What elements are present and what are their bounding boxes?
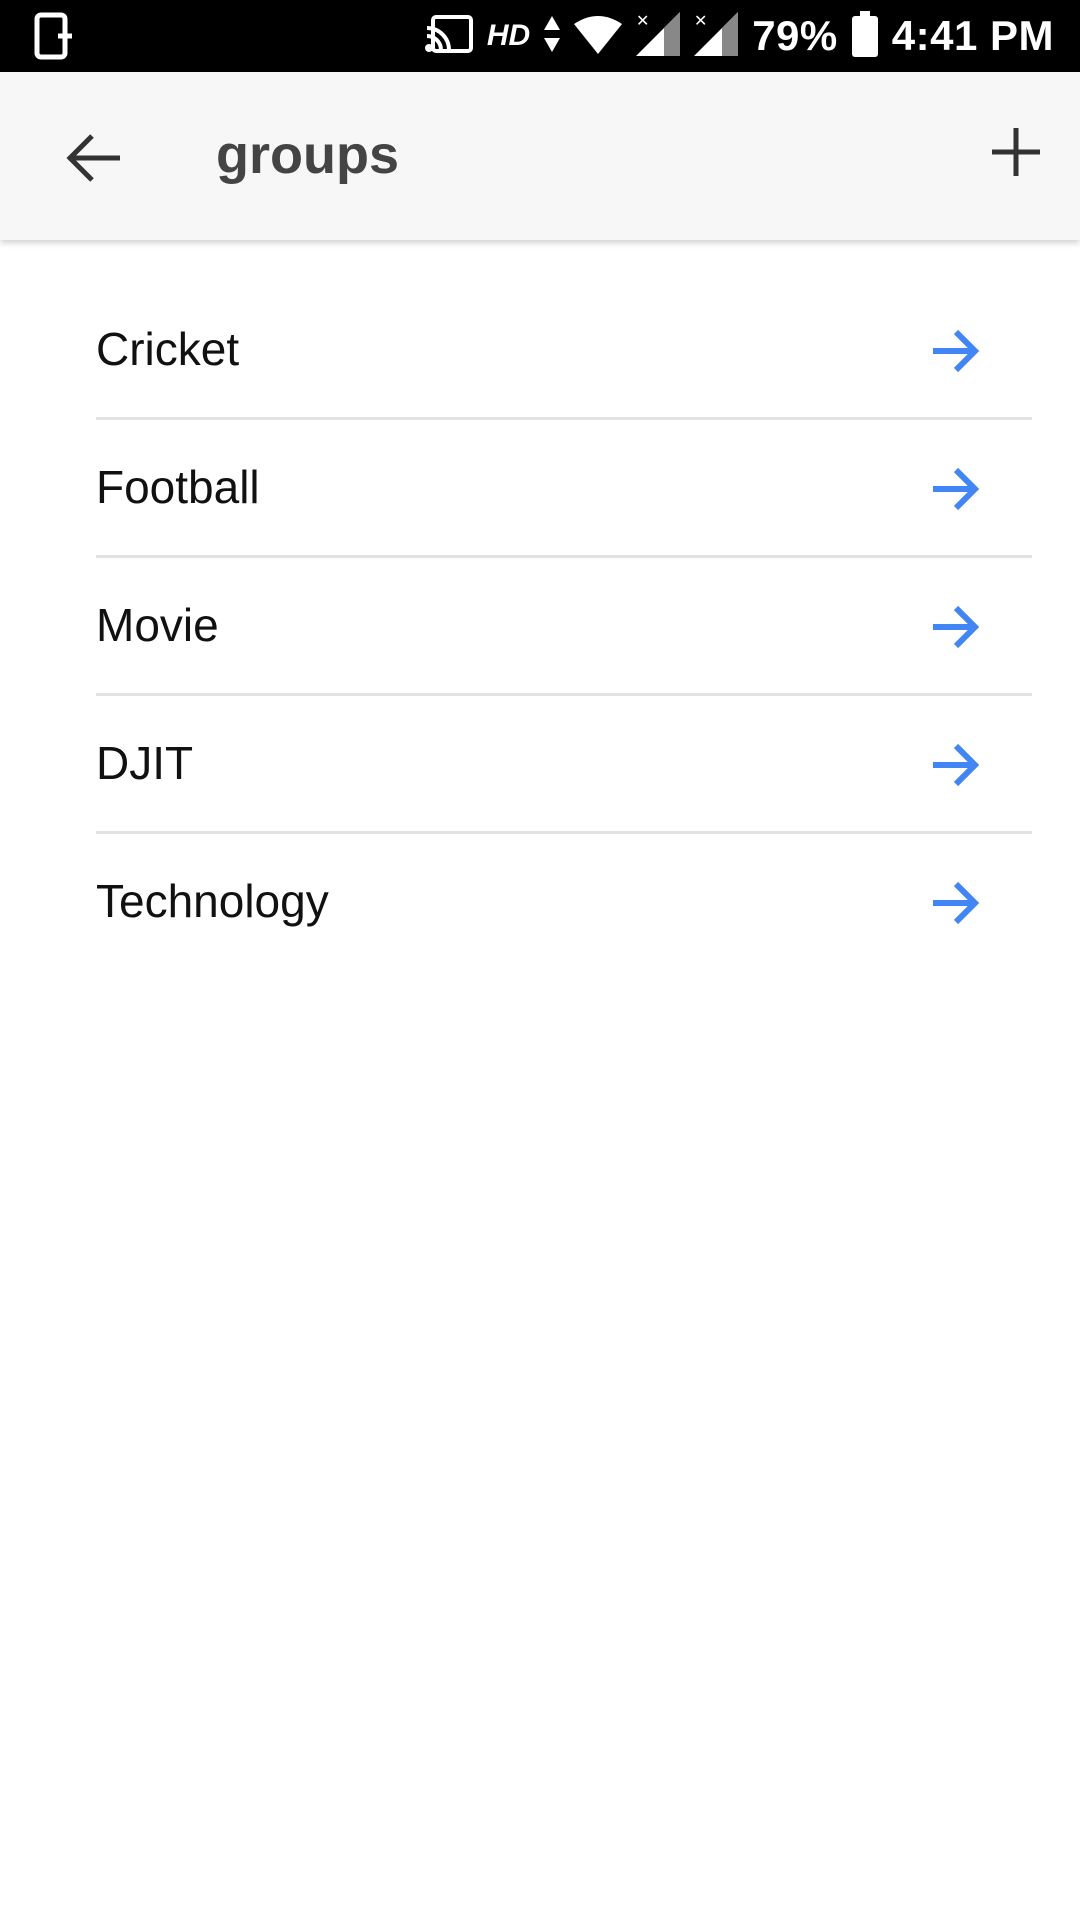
arrow-right-icon[interactable] [930, 466, 980, 512]
group-label: Football [96, 461, 260, 513]
group-list: Cricket Football Movie DJIT Technology [96, 282, 1032, 972]
screen-rotation-icon [34, 12, 74, 65]
hd-voice-label: HD [486, 19, 531, 52]
back-button[interactable] [62, 126, 126, 190]
arrow-right-icon[interactable] [930, 742, 980, 788]
status-bar: HD ✕ ✕ 79% 4:41 PM [0, 0, 1080, 72]
group-label: DJIT [96, 737, 194, 789]
group-label: Cricket [96, 323, 240, 375]
arrow-right-icon[interactable] [930, 328, 980, 374]
data-transfer-icon [544, 15, 561, 57]
add-group-button[interactable] [984, 120, 1048, 184]
signal-icon: ✕ [636, 11, 681, 61]
group-item-cricket[interactable]: Cricket [96, 282, 1032, 420]
group-item-movie[interactable]: Movie [96, 558, 1032, 696]
clock: 4:41 PM [891, 12, 1054, 59]
page-title: groups [216, 125, 399, 185]
signal-icon: ✕ [694, 11, 739, 61]
svg-text:✕: ✕ [636, 13, 649, 30]
group-item-technology[interactable]: Technology [96, 834, 1032, 972]
svg-text:✕: ✕ [694, 13, 707, 30]
battery-percentage: 79% [752, 12, 838, 59]
arrow-right-icon[interactable] [930, 604, 980, 650]
arrow-right-icon[interactable] [930, 880, 980, 926]
group-item-football[interactable]: Football [96, 420, 1032, 558]
plus-icon [984, 128, 1048, 188]
group-label: Movie [96, 599, 219, 651]
arrow-left-icon [62, 134, 126, 194]
battery-icon [851, 10, 878, 62]
group-item-djit[interactable]: DJIT [96, 696, 1032, 834]
cast-icon [424, 14, 473, 59]
app-bar: groups [0, 72, 1080, 240]
wifi-icon [574, 14, 623, 59]
group-label: Technology [96, 875, 329, 927]
